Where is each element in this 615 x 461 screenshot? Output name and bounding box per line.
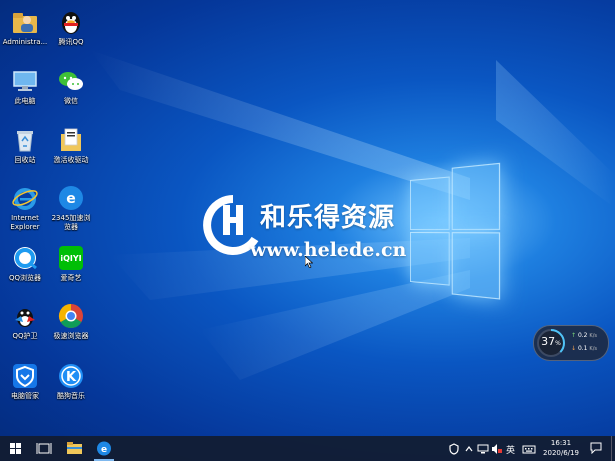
shield-tray-icon[interactable]	[449, 443, 459, 455]
svg-text:iQIYI: iQIYI	[60, 254, 81, 263]
download-speed: ↓ 0.1 K/s	[571, 345, 597, 352]
desktop-icon-label: Administra...	[2, 38, 48, 46]
volume-muted-icon[interactable]	[491, 443, 503, 455]
show-desktop-button[interactable]	[611, 436, 615, 461]
desktop-icon-administrator[interactable]: Administra...	[0, 4, 50, 56]
folder-document-icon	[57, 126, 85, 154]
folder-user-icon	[11, 8, 39, 36]
desktop-icon-label: Internet Explorer	[10, 214, 40, 231]
taskbar: e 英 16:31 2020/6/19	[0, 436, 615, 461]
network-speed-widget[interactable]: 37% ↑ 0.2 K/s ↓ 0.1 K/s	[533, 325, 609, 361]
notification-center-button[interactable]	[590, 442, 602, 455]
desktop-icon-label: QQ护卫	[12, 332, 38, 340]
computer-icon	[11, 67, 39, 95]
windows-logo-pane	[451, 162, 501, 230]
svg-text:e: e	[101, 445, 107, 455]
windows-logo-pane	[451, 232, 501, 300]
windows-start-icon	[10, 443, 21, 454]
desktop-icon-label: 酷狗音乐	[57, 392, 85, 400]
wechat-icon	[57, 67, 85, 95]
desktop-icon-wechat[interactable]: 微信	[46, 63, 96, 115]
desktop-icon-label: 微信	[64, 97, 78, 105]
upload-arrow-icon: ↑	[571, 332, 577, 339]
watermark: 和乐得资源 www.helede.cn	[203, 195, 423, 265]
usage-percent: 37%	[536, 335, 566, 348]
desktop-icon-label: QQ浏览器	[8, 274, 42, 282]
task-view-icon	[36, 443, 52, 454]
keyboard-tray-icon[interactable]	[522, 443, 536, 455]
download-unit: K/s	[589, 346, 597, 352]
desktop-icon-driver-activator[interactable]: 激活收驱动	[46, 122, 96, 174]
file-explorer-button[interactable]	[60, 436, 88, 461]
iqiyi-icon: iQIYI	[57, 244, 85, 272]
upload-speed: ↑ 0.2 K/s	[571, 332, 597, 339]
notification-icon	[590, 442, 602, 455]
desktop-icon-qq-browser[interactable]: QQ浏览器	[0, 240, 50, 292]
qq-penguin-icon	[11, 302, 39, 330]
shield-icon	[11, 362, 39, 390]
taskbar-browser-button[interactable]: e	[90, 436, 118, 461]
recycle-bin-icon	[11, 126, 39, 154]
usage-percent-value: 37	[541, 335, 556, 348]
svg-text:e: e	[66, 191, 76, 207]
usage-percent-unit: %	[555, 340, 561, 347]
svg-text:K: K	[66, 370, 77, 385]
desktop-icon-internet-explorer[interactable]: Internet Explorer	[0, 180, 50, 232]
kugou-icon: K	[57, 362, 85, 390]
browser-2345-icon: e	[57, 184, 85, 212]
qq-penguin-icon	[57, 8, 85, 36]
desktop-icon-iqiyi[interactable]: iQIYI 爱奇艺	[46, 240, 96, 292]
chrome-icon	[57, 302, 85, 330]
desktop-icon-label: 腾讯QQ	[58, 38, 84, 46]
desktop-icon-label: 极速浏览器	[53, 332, 89, 340]
desktop-icon-2345-browser[interactable]: e 2345加速浏 览器	[46, 180, 96, 232]
download-value: 0.1	[577, 345, 588, 352]
desktop-icon-qq[interactable]: 腾讯QQ	[46, 4, 96, 56]
mouse-cursor-icon	[305, 256, 313, 268]
input-method-indicator[interactable]: 英	[506, 443, 515, 456]
upload-unit: K/s	[589, 333, 597, 339]
desktop-icon-this-pc[interactable]: 此电脑	[0, 63, 50, 115]
download-arrow-icon: ↓	[571, 345, 577, 352]
desktop-icon-speed-browser[interactable]: 极速浏览器	[46, 298, 96, 350]
desktop-icon-label: 此电脑	[14, 97, 36, 105]
desktop-icon-qq-guard[interactable]: QQ护卫	[0, 298, 50, 350]
watermark-title: 和乐得资源	[260, 203, 396, 233]
browser-e-icon: e	[97, 441, 111, 456]
desktop-icon-label: 电脑管家	[11, 392, 39, 400]
desktop-icon-label: 激活收驱动	[53, 156, 89, 164]
internet-explorer-icon	[11, 184, 39, 212]
network-tray-icon[interactable]	[477, 443, 489, 455]
chevron-up-icon[interactable]	[464, 443, 474, 455]
desktop-icon-pc-manager[interactable]: 电脑管家	[0, 358, 50, 410]
desktop-icon-recycle-bin[interactable]: 回收站	[0, 122, 50, 174]
desktop-icon-label: 2345加速浏 览器	[51, 214, 91, 231]
folder-icon	[67, 442, 82, 454]
clock-time: 16:31	[550, 439, 572, 447]
qq-browser-icon	[11, 244, 39, 272]
upload-value: 0.2	[577, 332, 588, 339]
desktop-icon-label: 回收站	[14, 156, 36, 164]
desktop: Administra... 腾讯QQ 此电脑 微信 回收站 激活收驱动 Inte…	[0, 0, 615, 461]
clock-date: 2020/6/19	[543, 449, 579, 457]
windows-logo	[410, 162, 501, 300]
desktop-icon-kugou[interactable]: K 酷狗音乐	[46, 358, 96, 410]
desktop-icon-label: 爱奇艺	[60, 274, 82, 282]
start-button[interactable]	[2, 436, 30, 461]
task-view-button[interactable]	[30, 436, 58, 461]
watermark-url: www.helede.cn	[250, 239, 407, 261]
taskbar-clock[interactable]: 16:31 2020/6/19	[539, 438, 583, 458]
